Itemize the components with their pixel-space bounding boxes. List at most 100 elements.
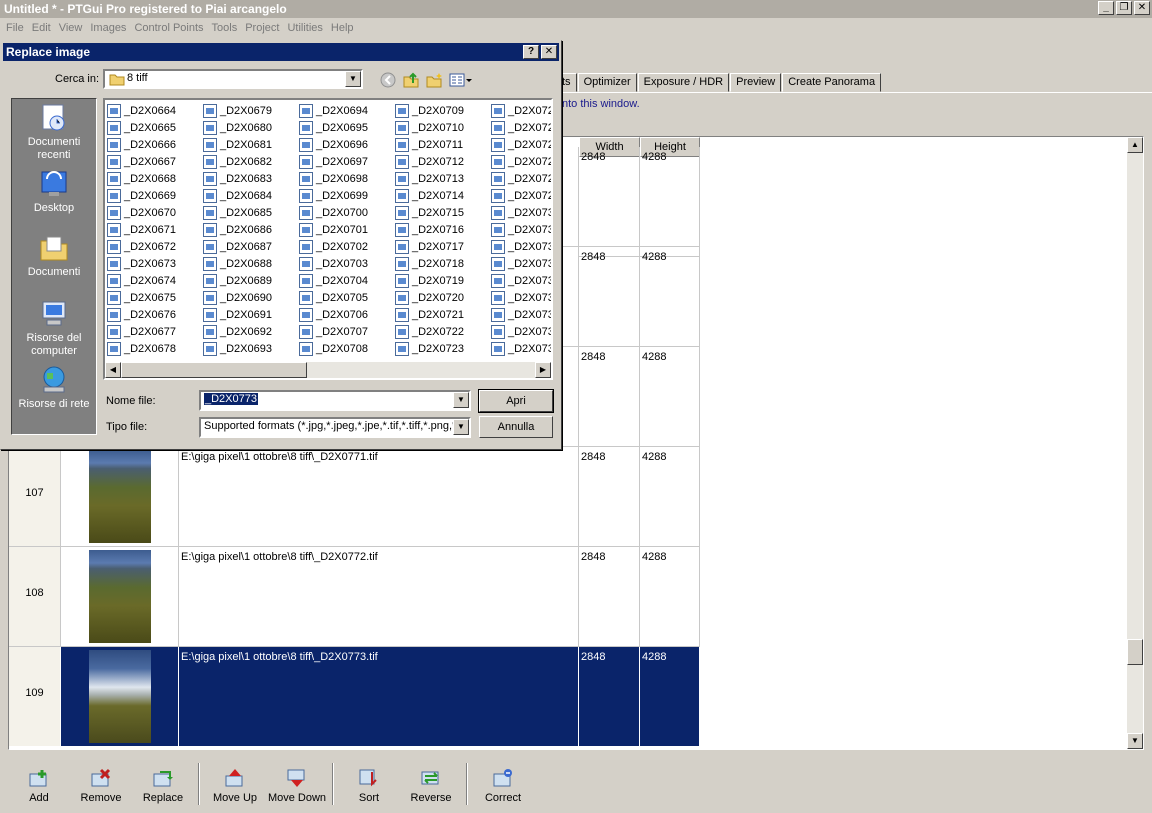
view-menu-icon[interactable] bbox=[449, 71, 473, 92]
chevron-down-icon[interactable]: ▼ bbox=[453, 419, 469, 435]
minimize-button[interactable]: _ bbox=[1098, 1, 1114, 15]
scroll-left-arrow-icon[interactable]: ◀ bbox=[105, 362, 121, 378]
file-item[interactable]: _D2X0711 bbox=[395, 136, 491, 153]
dialog-close-button[interactable]: ✕ bbox=[541, 45, 557, 59]
scroll-thumb[interactable] bbox=[1127, 639, 1143, 665]
file-item[interactable]: _D2X0681 bbox=[203, 136, 299, 153]
move-down-button[interactable]: Move Down bbox=[266, 760, 328, 808]
file-item[interactable]: _D2X0729 bbox=[491, 187, 551, 204]
table-row[interactable]: 108 E:\giga pixel\1 ottobre\8 tiff\_D2X0… bbox=[9, 547, 700, 647]
file-item[interactable]: _D2X0672 bbox=[107, 238, 203, 255]
file-item[interactable]: _D2X0689 bbox=[203, 272, 299, 289]
file-item[interactable]: _D2X0731 bbox=[491, 221, 551, 238]
file-item[interactable]: _D2X0667 bbox=[107, 153, 203, 170]
file-item[interactable]: _D2X0736 bbox=[491, 306, 551, 323]
file-item[interactable]: _D2X0687 bbox=[203, 238, 299, 255]
reverse-button[interactable]: Reverse bbox=[400, 760, 462, 808]
file-item[interactable]: _D2X0685 bbox=[203, 204, 299, 221]
move-up-button[interactable]: Move Up bbox=[204, 760, 266, 808]
open-button[interactable]: Apri bbox=[478, 389, 554, 413]
file-item[interactable]: _D2X0670 bbox=[107, 204, 203, 221]
file-item[interactable]: _D2X0715 bbox=[395, 204, 491, 221]
file-item[interactable]: _D2X0732 bbox=[491, 238, 551, 255]
menu-edit[interactable]: Edit bbox=[28, 22, 55, 34]
file-item[interactable]: _D2X0727 bbox=[491, 153, 551, 170]
file-item[interactable]: _D2X0692 bbox=[203, 323, 299, 340]
file-item[interactable]: _D2X0691 bbox=[203, 306, 299, 323]
file-item[interactable]: _D2X0693 bbox=[203, 340, 299, 357]
file-item[interactable]: _D2X0722 bbox=[395, 323, 491, 340]
file-item[interactable]: _D2X0697 bbox=[299, 153, 395, 170]
file-item[interactable]: _D2X0694 bbox=[299, 102, 395, 119]
file-item[interactable]: _D2X0708 bbox=[299, 340, 395, 357]
chevron-down-icon[interactable]: ▼ bbox=[345, 71, 361, 87]
file-item[interactable]: _D2X0720 bbox=[395, 289, 491, 306]
file-item[interactable]: _D2X0701 bbox=[299, 221, 395, 238]
file-item[interactable]: _D2X0724 bbox=[491, 102, 551, 119]
lookin-select[interactable]: 8 tiff ▼ bbox=[103, 69, 363, 89]
file-item[interactable]: _D2X0665 bbox=[107, 119, 203, 136]
file-item[interactable]: _D2X0686 bbox=[203, 221, 299, 238]
file-item[interactable]: _D2X0690 bbox=[203, 289, 299, 306]
table-row-selected[interactable]: 109 E:\giga pixel\1 ottobre\8 tiff\_D2X0… bbox=[9, 647, 700, 747]
file-item[interactable]: _D2X0668 bbox=[107, 170, 203, 187]
file-item[interactable]: _D2X0664 bbox=[107, 102, 203, 119]
file-item[interactable]: _D2X0700 bbox=[299, 204, 395, 221]
list-vertical-scrollbar[interactable]: ▲ ▼ bbox=[1127, 137, 1143, 749]
table-row[interactable]: 107 E:\giga pixel\1 ottobre\8 tiff\_D2X0… bbox=[9, 447, 700, 547]
file-item[interactable]: _D2X0698 bbox=[299, 170, 395, 187]
file-item[interactable]: _D2X0719 bbox=[395, 272, 491, 289]
sort-button[interactable]: Sort bbox=[338, 760, 400, 808]
file-item[interactable]: _D2X0706 bbox=[299, 306, 395, 323]
file-item[interactable]: _D2X0712 bbox=[395, 153, 491, 170]
file-item[interactable]: _D2X0696 bbox=[299, 136, 395, 153]
correct-button[interactable]: Correct bbox=[472, 760, 534, 808]
file-item[interactable]: _D2X0680 bbox=[203, 119, 299, 136]
place-my-computer[interactable]: Risorse del computer bbox=[12, 299, 96, 358]
scroll-down-arrow-icon[interactable]: ▼ bbox=[1127, 733, 1143, 749]
file-item[interactable]: _D2X0723 bbox=[395, 340, 491, 357]
file-item[interactable]: _D2X0735 bbox=[491, 289, 551, 306]
file-item[interactable]: _D2X0677 bbox=[107, 323, 203, 340]
filename-input[interactable]: _D2X0773 ▼ bbox=[199, 390, 471, 411]
place-recent-documents[interactable]: Documenti recenti bbox=[12, 103, 96, 162]
remove-button[interactable]: Remove bbox=[70, 760, 132, 808]
menu-file[interactable]: File bbox=[2, 22, 28, 34]
place-desktop[interactable]: Desktop bbox=[12, 169, 96, 215]
file-item[interactable]: _D2X0726 bbox=[491, 136, 551, 153]
file-item[interactable]: _D2X0730 bbox=[491, 204, 551, 221]
file-item[interactable]: _D2X0695 bbox=[299, 119, 395, 136]
menu-images[interactable]: Images bbox=[86, 22, 130, 34]
file-item[interactable]: _D2X0703 bbox=[299, 255, 395, 272]
file-item[interactable]: _D2X0702 bbox=[299, 238, 395, 255]
tab-exposure-hdr[interactable]: Exposure / HDR bbox=[637, 73, 730, 92]
menu-utilities[interactable]: Utilities bbox=[283, 22, 326, 34]
file-item[interactable]: _D2X0666 bbox=[107, 136, 203, 153]
file-item[interactable]: _D2X0682 bbox=[203, 153, 299, 170]
file-list[interactable]: _D2X0664 _D2X0665 _D2X0666 _D2X0667 _D2X0668… bbox=[103, 98, 553, 380]
file-item[interactable]: _D2X0738 bbox=[491, 340, 551, 357]
file-item[interactable]: _D2X0725 bbox=[491, 119, 551, 136]
file-item[interactable]: _D2X0709 bbox=[395, 102, 491, 119]
file-item[interactable]: _D2X0717 bbox=[395, 238, 491, 255]
tab-optimizer[interactable]: Optimizer bbox=[577, 73, 637, 92]
file-item[interactable]: _D2X0733 bbox=[491, 255, 551, 272]
menu-tools[interactable]: Tools bbox=[208, 22, 242, 34]
file-item[interactable]: _D2X0674 bbox=[107, 272, 203, 289]
back-icon[interactable] bbox=[379, 71, 397, 92]
place-network[interactable]: Risorse di rete bbox=[12, 365, 96, 411]
add-button[interactable]: Add bbox=[8, 760, 70, 808]
dialog-help-button[interactable]: ? bbox=[523, 45, 539, 59]
file-item[interactable]: _D2X0699 bbox=[299, 187, 395, 204]
file-item[interactable]: _D2X0704 bbox=[299, 272, 395, 289]
file-item[interactable]: _D2X0669 bbox=[107, 187, 203, 204]
file-item[interactable]: _D2X0707 bbox=[299, 323, 395, 340]
file-item[interactable]: _D2X0734 bbox=[491, 272, 551, 289]
file-item[interactable]: _D2X0678 bbox=[107, 340, 203, 357]
file-item[interactable]: _D2X0684 bbox=[203, 187, 299, 204]
menu-project[interactable]: Project bbox=[241, 22, 283, 34]
file-item[interactable]: _D2X0721 bbox=[395, 306, 491, 323]
cancel-button[interactable]: Annulla bbox=[479, 416, 553, 438]
chevron-down-icon[interactable]: ▼ bbox=[453, 392, 469, 408]
file-list-horizontal-scrollbar[interactable]: ◀ ▶ bbox=[105, 362, 551, 378]
